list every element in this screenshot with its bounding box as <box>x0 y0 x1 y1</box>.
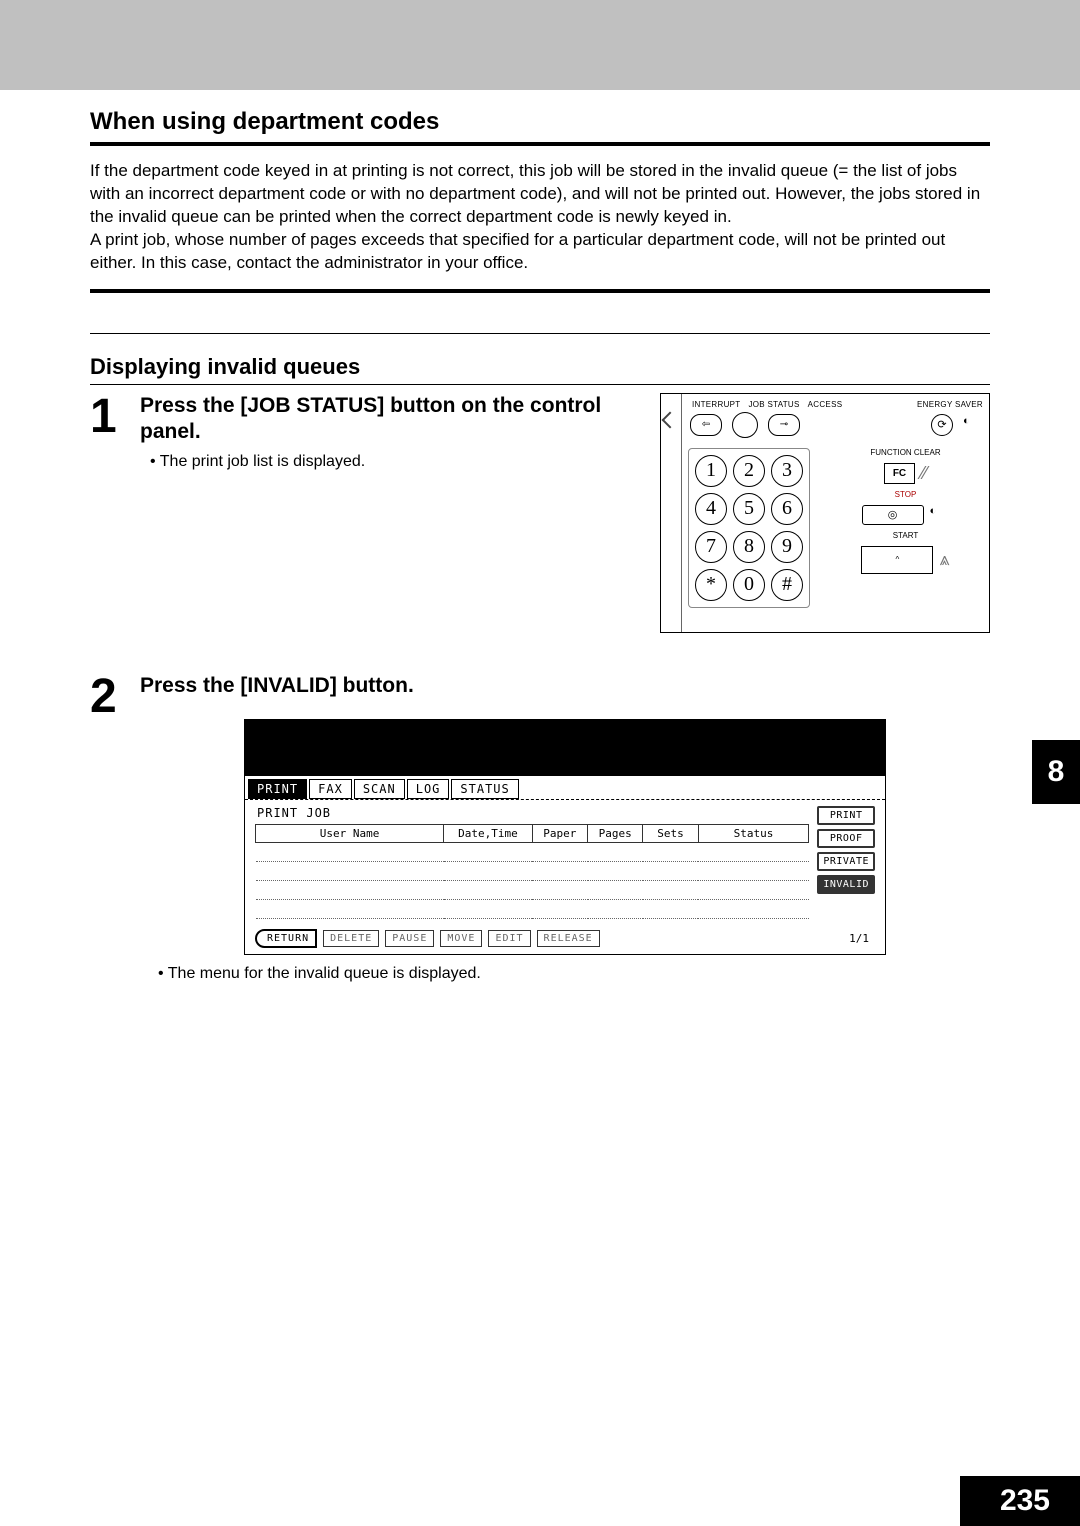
rule-thin <box>90 333 990 334</box>
table-row[interactable] <box>256 880 809 899</box>
key-6[interactable]: 6 <box>771 493 803 525</box>
key-2[interactable]: 2 <box>733 455 765 487</box>
key-8[interactable]: 8 <box>733 531 765 563</box>
col-user: User Name <box>256 824 444 842</box>
tab-log[interactable]: LOG <box>407 779 450 799</box>
panel-main: INTERRUPT JOB STATUS ACCESS ENERGY SAVER… <box>682 394 989 632</box>
start-button[interactable]: ^ <box>861 546 933 574</box>
delete-button[interactable]: DELETE <box>323 930 379 947</box>
label-access: ACCESS <box>808 400 843 409</box>
col-sets: Sets <box>643 824 698 842</box>
page-number: 235 <box>960 1476 1080 1526</box>
para-dept-1: If the department code keyed in at print… <box>90 160 990 229</box>
label-jobstatus: JOB STATUS <box>748 400 799 409</box>
key-hash[interactable]: # <box>771 569 803 601</box>
page-indicator: 1/1 <box>849 932 875 945</box>
chapter-tab: 8 <box>1032 740 1080 804</box>
side-invalid-button[interactable]: INVALID <box>817 875 875 894</box>
manual-page: When using department codes If the depar… <box>0 0 1080 1526</box>
side-private-button[interactable]: PRIVATE <box>817 852 875 871</box>
panel-top-buttons: ⇦ ⊸ ⟳ ◐ <box>688 412 983 438</box>
label-stop: STOP <box>895 490 917 499</box>
para-dept-2: A print job, whose number of pages excee… <box>90 229 990 275</box>
move-button[interactable]: MOVE <box>440 930 482 947</box>
numeric-keypad: 1 2 3 4 5 6 7 8 <box>688 448 810 608</box>
start-icon: ⩓ <box>939 549 949 570</box>
step-2-bullet: The menu for the invalid queue is displa… <box>158 965 990 983</box>
label-interrupt: INTERRUPT <box>692 400 740 409</box>
job-list-title: PRINT JOB <box>257 806 809 820</box>
label-energy: ENERGY SAVER <box>917 400 983 409</box>
tab-scan[interactable]: SCAN <box>354 779 405 799</box>
stop-button[interactable]: ◎ <box>862 505 924 525</box>
pause-button[interactable]: PAUSE <box>385 930 434 947</box>
edit-button[interactable]: EDIT <box>488 930 530 947</box>
job-list-area: PRINT JOB User Name Date,Time Paper Page… <box>255 804 809 919</box>
screen-bottom-row: RETURN DELETE PAUSE MOVE EDIT RELEASE 1/… <box>255 929 875 948</box>
step-2-number: 2 <box>90 673 130 721</box>
table-row[interactable] <box>256 861 809 880</box>
key-1[interactable]: 1 <box>695 455 727 487</box>
col-date: Date,Time <box>444 824 533 842</box>
rule-thin-2 <box>90 384 990 385</box>
rule-heavy <box>90 142 990 146</box>
step-2: 2 Press the [INVALID] button. PRINT FAX … <box>90 673 990 983</box>
step-1-title: Press the [JOB STATUS] button on the con… <box>140 393 650 446</box>
key-5[interactable]: 5 <box>733 493 765 525</box>
rule-heavy-2 <box>90 289 990 293</box>
step-2-body: Press the [INVALID] button. PRINT FAX SC… <box>140 673 990 983</box>
tab-print[interactable]: PRINT <box>248 779 307 799</box>
key-7[interactable]: 7 <box>695 531 727 563</box>
table-row[interactable] <box>256 842 809 861</box>
energy-led-icon: ◐ <box>963 415 983 435</box>
step-1: 1 Press the [JOB STATUS] button on the c… <box>90 393 990 633</box>
key-4[interactable]: 4 <box>695 493 727 525</box>
step-2-title: Press the [INVALID] button. <box>140 673 990 699</box>
interrupt-button[interactable]: ⇦ <box>690 414 722 436</box>
step-1-body: Press the [JOB STATUS] button on the con… <box>140 393 650 472</box>
screen-body: PRINT JOB User Name Date,Time Paper Page… <box>245 800 885 954</box>
key-3[interactable]: 3 <box>771 455 803 487</box>
panel-top-labels: INTERRUPT JOB STATUS ACCESS ENERGY SAVER <box>688 400 983 409</box>
tab-fax[interactable]: FAX <box>309 779 352 799</box>
panel-edge <box>661 394 682 632</box>
slash-icon: ⁄⁄ <box>921 463 927 484</box>
panel-body: 1 2 3 4 5 6 7 8 <box>688 448 983 608</box>
section-title-dept-codes: When using department codes <box>90 108 990 136</box>
page-content: When using department codes If the depar… <box>0 108 1080 983</box>
side-button-column: PRINT PROOF PRIVATE INVALID <box>817 806 875 894</box>
job-table: User Name Date,Time Paper Pages Sets Sta… <box>255 824 809 919</box>
label-start: START <box>893 531 918 540</box>
col-paper: Paper <box>532 824 587 842</box>
energy-saver-button[interactable]: ⟳ <box>931 414 953 436</box>
step-1-number: 1 <box>90 393 130 441</box>
touchscreen-diagram: PRINT FAX SCAN LOG STATUS PRINT JOB <box>244 719 886 955</box>
step-1-bullet: The print job list is displayed. <box>150 453 650 471</box>
tab-status[interactable]: STATUS <box>451 779 518 799</box>
key-9[interactable]: 9 <box>771 531 803 563</box>
return-button[interactable]: RETURN <box>255 929 317 948</box>
side-proof-button[interactable]: PROOF <box>817 829 875 848</box>
jobstatus-button[interactable] <box>732 412 758 438</box>
label-function-clear: FUNCTION CLEAR <box>870 448 940 457</box>
side-print-button[interactable]: PRINT <box>817 806 875 825</box>
function-clear-button[interactable]: FC <box>884 463 915 484</box>
panel-right-column: FUNCTION CLEAR FC ⁄⁄ STOP ◎ ◐ START <box>828 448 983 608</box>
top-margin-gray <box>0 0 1080 90</box>
table-row[interactable] <box>256 899 809 918</box>
screen-tab-row: PRINT FAX SCAN LOG STATUS <box>245 776 885 800</box>
section-title-invalid-queues: Displaying invalid queues <box>90 354 990 380</box>
key-star[interactable]: * <box>695 569 727 601</box>
control-panel-diagram: INTERRUPT JOB STATUS ACCESS ENERGY SAVER… <box>660 393 990 633</box>
release-button[interactable]: RELEASE <box>537 930 600 947</box>
key-0[interactable]: 0 <box>733 569 765 601</box>
stop-led-icon: ◐ <box>930 505 950 525</box>
access-button[interactable]: ⊸ <box>768 414 800 436</box>
col-status: Status <box>698 824 809 842</box>
screen-header-black <box>245 720 885 776</box>
col-pages: Pages <box>588 824 643 842</box>
